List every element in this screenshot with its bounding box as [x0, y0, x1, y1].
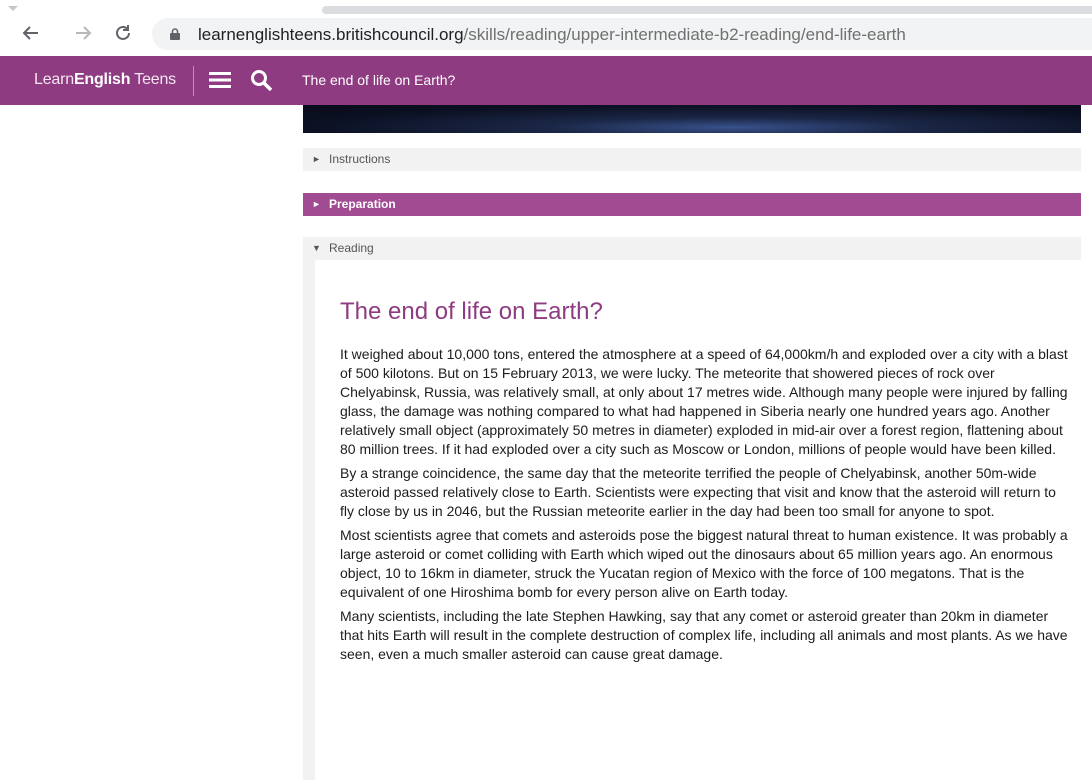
article-paragraph: By a strange coincidence, the same day t… [340, 465, 1056, 519]
logo-bold: English [73, 71, 131, 88]
search-icon[interactable] [250, 69, 274, 92]
url-text[interactable]: learnenglishteens.britishcouncil.org/ski… [198, 25, 906, 45]
logo-prefix: Learn [34, 71, 74, 88]
logo-divider [193, 66, 194, 96]
logo-suffix: Teens [130, 71, 176, 88]
tab-strip [322, 6, 1092, 14]
instructions-toggle[interactable]: ► Instructions [303, 148, 1081, 171]
expand-arrow-icon: ► [312, 154, 321, 164]
url-domain: learnenglishteens.britishcouncil.org [198, 25, 464, 44]
article-title: The end of life on Earth? [340, 298, 603, 325]
header-title: The end of life on Earth? [302, 72, 456, 88]
url-path: /skills/reading/upper-intermediate-b2-re… [463, 25, 906, 44]
site-header: LearnEnglish Teens The end of life on Ea… [0, 56, 1092, 105]
hamburger-menu-icon[interactable] [209, 71, 231, 89]
expand-arrow-icon: ► [312, 199, 321, 209]
address-bar[interactable]: learnenglishteens.britishcouncil.org/ski… [152, 18, 1092, 50]
reading-label: Reading [329, 241, 374, 255]
forward-arrow-icon[interactable] [72, 22, 94, 44]
preparation-toggle[interactable]: ► Preparation [303, 193, 1081, 216]
instructions-label: Instructions [329, 152, 391, 166]
article-paragraph: It weighed about 10,000 tons, entered th… [340, 346, 1068, 457]
tab-corner-mark [8, 6, 18, 11]
reading-panel: The end of life on Earth? It weighed abo… [303, 260, 1081, 780]
reading-card: The end of life on Earth? It weighed abo… [315, 260, 1081, 780]
back-arrow-icon[interactable] [20, 22, 42, 44]
article-paragraph: Many scientists, including the late Step… [340, 608, 1068, 662]
browser-toolbar: learnenglishteens.britishcouncil.org/ski… [0, 0, 1092, 56]
preparation-label: Preparation [329, 197, 396, 211]
lock-icon[interactable] [170, 27, 180, 40]
article-paragraph: Most scientists agree that comets and as… [340, 527, 1068, 600]
collapse-arrow-icon: ▼ [312, 243, 321, 253]
article-body: It weighed about 10,000 tons, entered th… [340, 345, 1070, 669]
site-logo[interactable]: LearnEnglish Teens [34, 71, 176, 89]
reading-toggle[interactable]: ▼ Reading [303, 237, 1081, 260]
hero-image [303, 105, 1081, 133]
reload-icon[interactable] [112, 22, 134, 44]
